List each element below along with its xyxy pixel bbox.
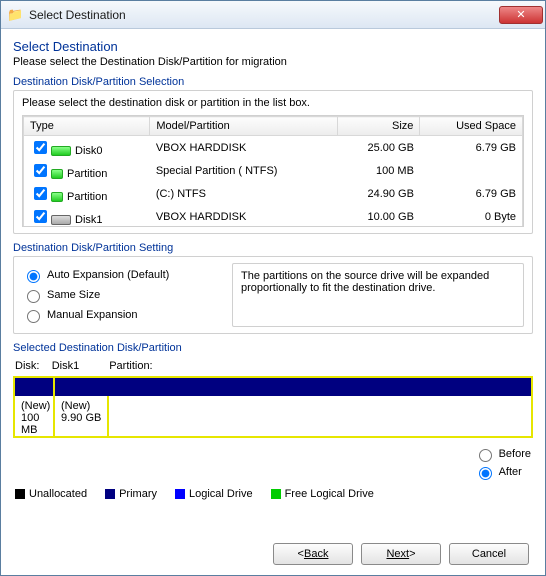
cancel-button[interactable]: Cancel [449,543,529,565]
disk-icon [51,169,63,179]
disk-list[interactable]: Type Model/Partition Size Used Space Dis… [22,115,524,227]
disk-icon [51,215,71,225]
col-size[interactable]: Size [338,117,420,136]
button-row: <Back Next> Cancel [13,543,533,565]
content-area: Select Destination Please select the Des… [1,29,545,575]
radio-after-input[interactable] [479,467,492,480]
row-checkbox[interactable] [34,141,47,154]
legend-primary: Primary [105,488,157,500]
col-type[interactable]: Type [24,117,150,136]
radio-same-label: Same Size [47,289,100,301]
setting-radios: Auto Expansion (Default) Same Size Manua… [22,263,222,327]
page-subtitle: Please select the Destination Disk/Parti… [13,56,533,68]
radio-same-input[interactable] [27,290,40,303]
partition-label: Partition: [109,360,152,372]
disk-icon [51,192,63,202]
selected-info: Disk: Disk1 Partition: [15,360,531,372]
titlebar: 📁 Select Destination ✕ [1,1,545,29]
table-row[interactable]: PartitionSpecial Partition ( NTFS)100 MB [24,159,523,182]
partition-diagram[interactable]: (New)100 MB(New)9.90 GB [13,376,533,438]
table-row[interactable]: Disk0VBOX HARDDISK25.00 GB6.79 GB [24,136,523,160]
close-button[interactable]: ✕ [499,6,543,24]
dialog-window: 📁 Select Destination ✕ Select Destinatio… [0,0,546,576]
page-title: Select Destination [13,39,533,54]
order-group: Before After [15,446,531,480]
disk-value: Disk1 [52,360,80,372]
selection-instruction: Please select the destination disk or pa… [22,97,524,109]
setting-group-label: Destination Disk/Partition Setting [13,242,533,254]
legend: Unallocated Primary Logical Drive Free L… [15,488,531,500]
selected-group-label: Selected Destination Disk/Partition [13,342,533,354]
legend-logical: Logical Drive [175,488,253,500]
diagram-bar [15,378,531,396]
radio-auto-input[interactable] [27,270,40,283]
col-model[interactable]: Model/Partition [150,117,338,136]
row-checkbox[interactable] [34,187,47,200]
diagram-cell[interactable]: (New)9.90 GB [55,396,109,436]
close-icon: ✕ [516,8,525,21]
radio-auto-label: Auto Expansion (Default) [47,269,169,281]
legend-unallocated: Unallocated [15,488,87,500]
radio-auto[interactable]: Auto Expansion (Default) [22,267,222,283]
setting-description: The partitions on the source drive will … [232,263,524,327]
setting-group: Auto Expansion (Default) Same Size Manua… [13,256,533,334]
disk-icon [51,146,71,156]
legend-free: Free Logical Drive [271,488,374,500]
selection-group-label: Destination Disk/Partition Selection [13,76,533,88]
col-used[interactable]: Used Space [420,117,523,136]
radio-after-label: After [499,466,522,478]
diagram-seg-1 [15,378,55,396]
radio-before-label: Before [499,448,531,460]
next-button[interactable]: Next> [361,543,441,565]
disk-label: Disk: [15,360,39,372]
selection-group: Please select the destination disk or pa… [13,90,533,234]
back-button[interactable]: <Back [273,543,353,565]
radio-manual[interactable]: Manual Expansion [22,307,222,323]
diagram-cell[interactable]: (New)100 MB [15,396,55,436]
table-row[interactable]: Partition(C:) NTFS24.90 GB6.79 GB [24,182,523,205]
radio-manual-label: Manual Expansion [47,309,138,321]
window-title: Select Destination [29,8,499,22]
radio-before[interactable]: Before [474,446,531,462]
row-checkbox[interactable] [34,210,47,223]
radio-before-input[interactable] [479,449,492,462]
radio-manual-input[interactable] [27,310,40,323]
radio-same[interactable]: Same Size [22,287,222,303]
app-icon: 📁 [7,7,23,23]
row-checkbox[interactable] [34,164,47,177]
table-row[interactable]: Disk1VBOX HARDDISK10.00 GB0 Byte [24,205,523,227]
radio-after[interactable]: After [474,464,531,480]
